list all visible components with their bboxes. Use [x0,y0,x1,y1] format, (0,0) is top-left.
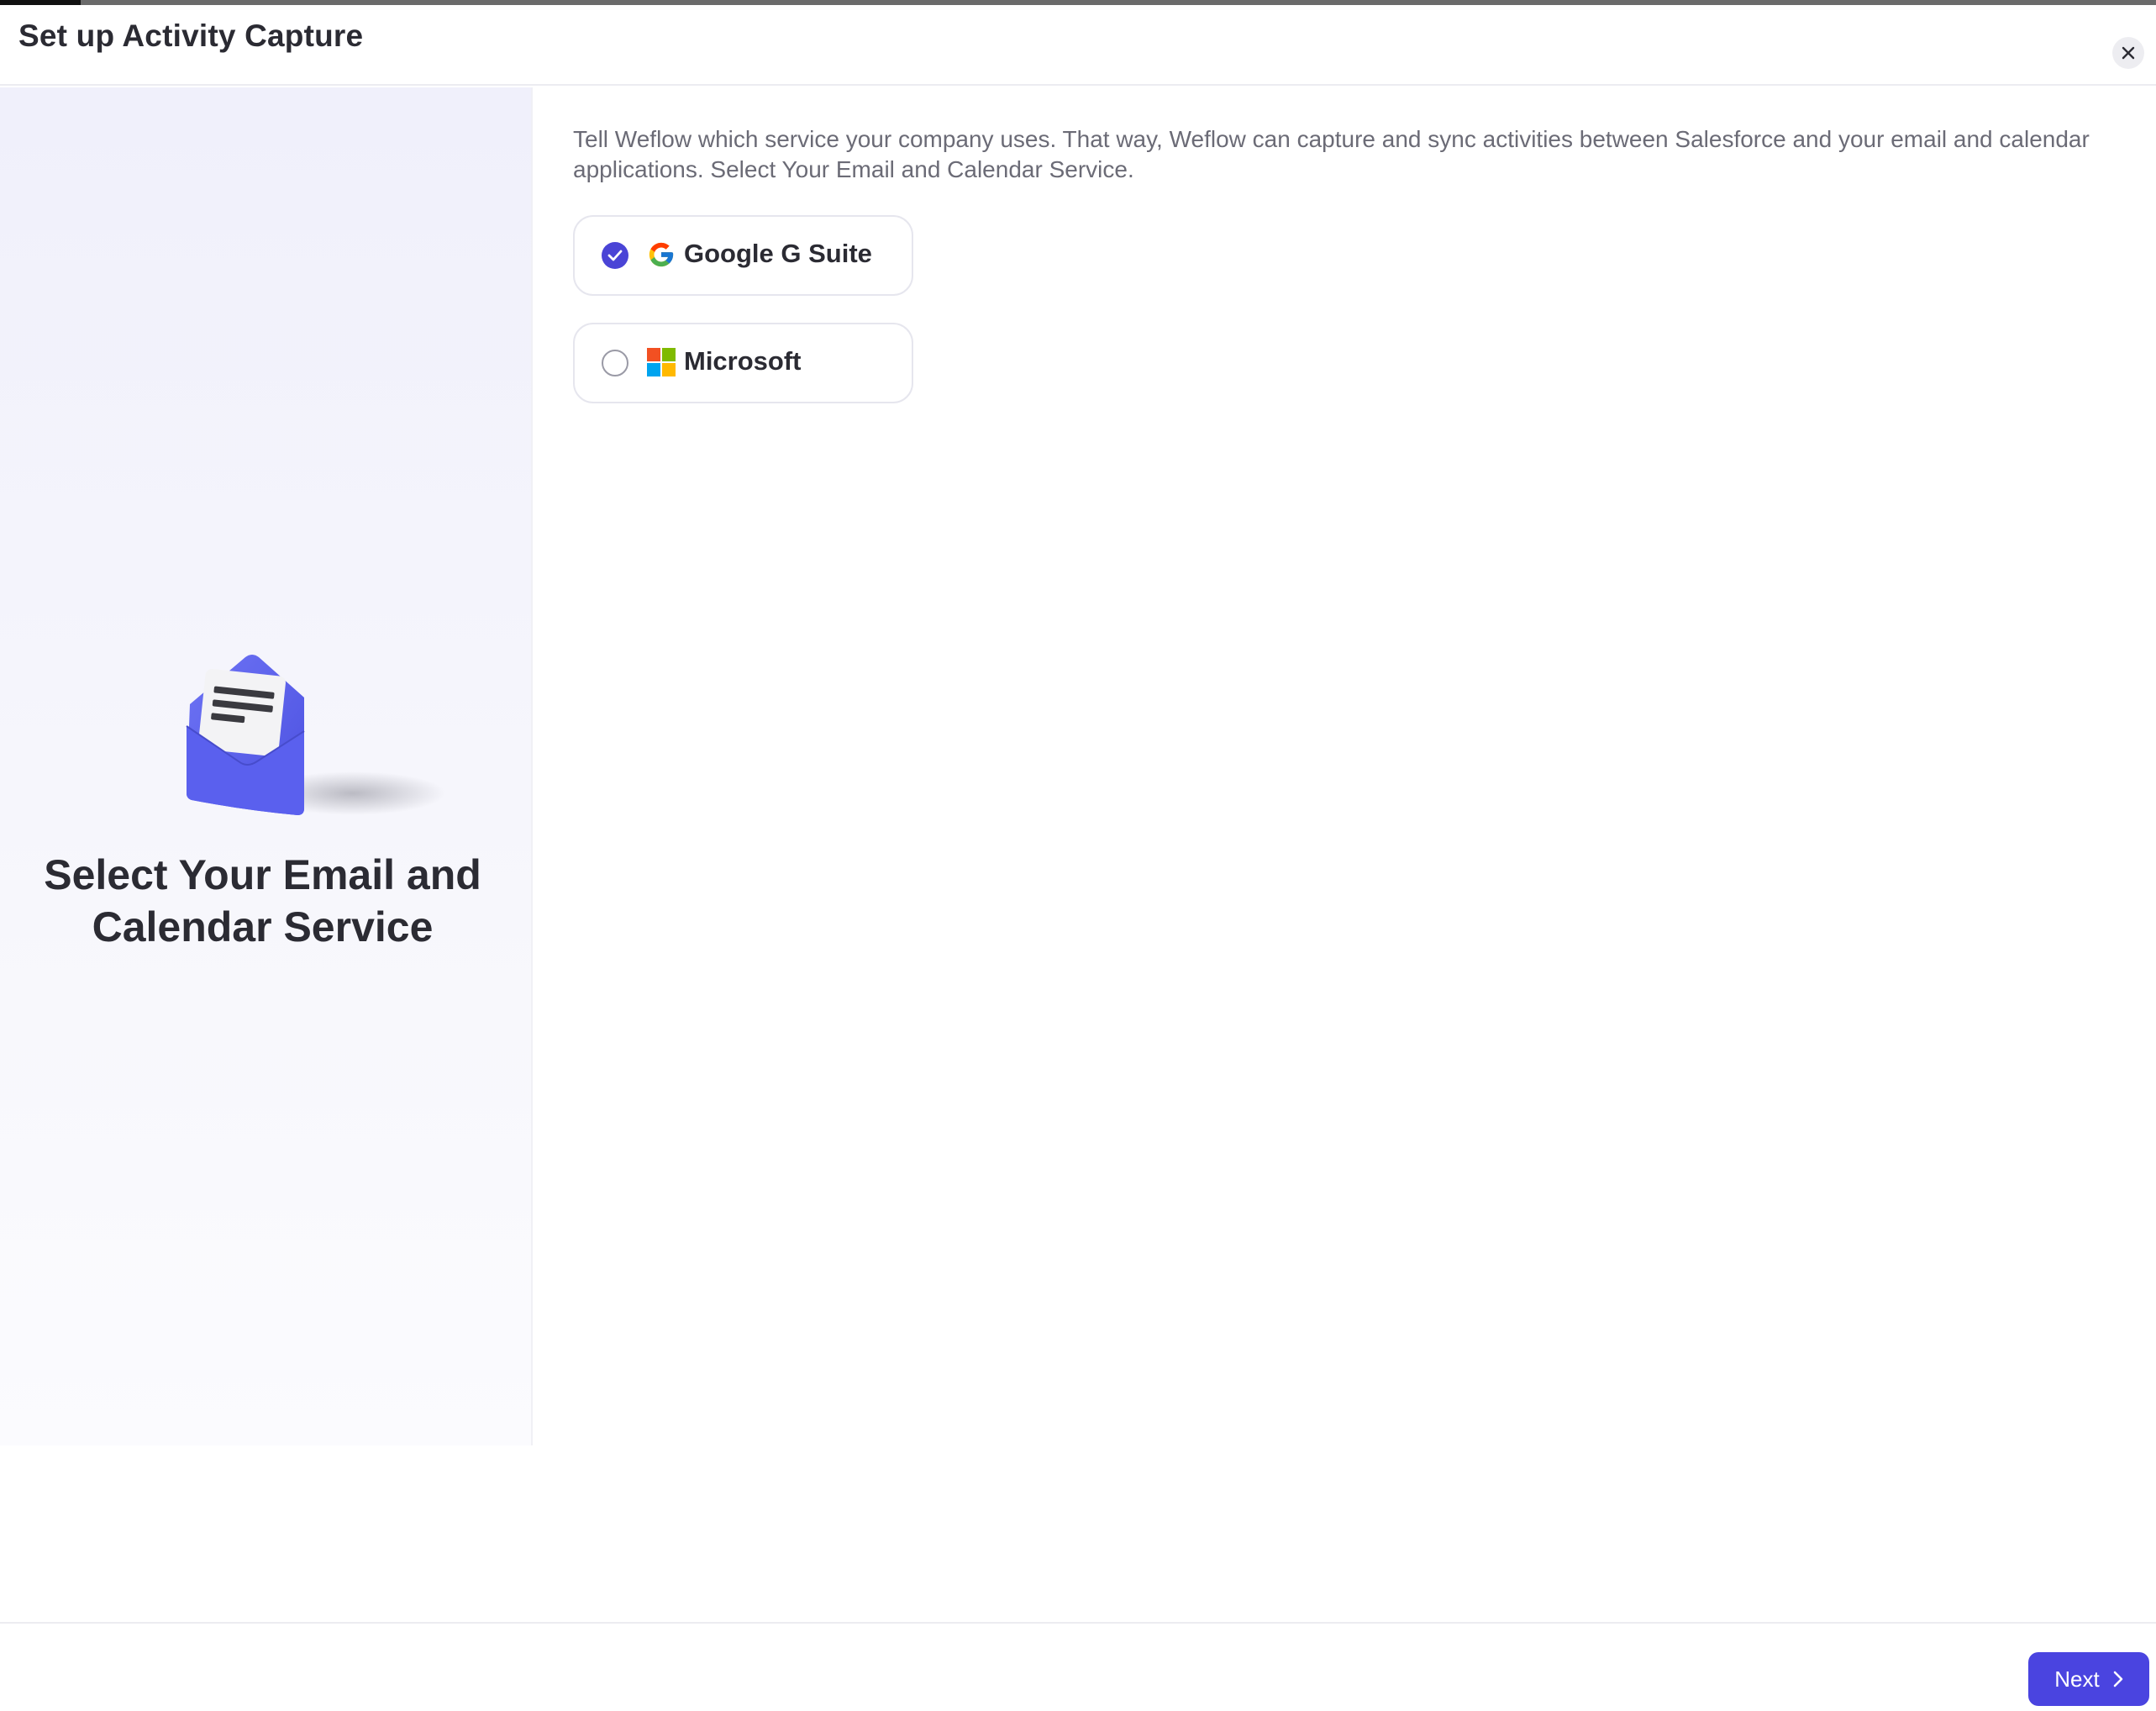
chevron-right-icon [2113,1671,2123,1687]
envelope-letter-icon [186,655,445,815]
dialog-title: Set up Activity Capture [18,18,364,53]
option-google-g-suite[interactable]: Google G Suite [573,215,913,296]
option-microsoft[interactable]: Microsoft [573,323,913,403]
radio-checked-icon[interactable] [602,242,628,269]
dialog-footer: Next [0,1622,2156,1711]
service-description: Tell Weflow which service your company u… [573,126,2090,182]
left-panel: Select Your Email and Calendar Service [0,87,533,1445]
option-label-google: Google G Suite [684,239,872,268]
close-button[interactable] [2112,37,2144,69]
next-button[interactable]: Next [2028,1652,2149,1706]
dialog-header: Set up Activity Capture [0,5,2156,86]
close-icon [2122,46,2135,60]
microsoft-logo-icon [647,348,676,376]
option-label-microsoft: Microsoft [684,346,802,376]
next-button-label: Next [2054,1666,2100,1692]
radio-unchecked-icon[interactable] [602,350,628,376]
left-panel-heading: Select Your Email and Calendar Service [44,851,481,950]
google-g-icon [649,242,674,267]
